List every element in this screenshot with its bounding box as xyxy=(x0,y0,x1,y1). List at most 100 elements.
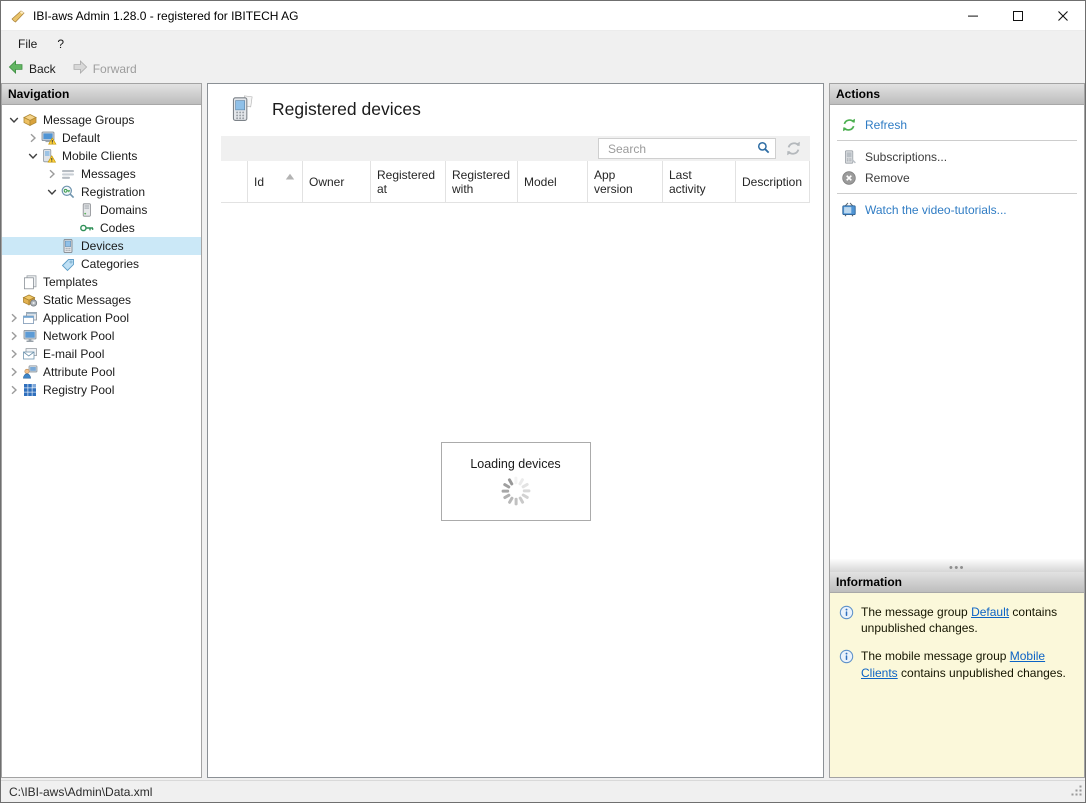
chevron-placeholder xyxy=(6,292,22,308)
app-window: IBI-aws Admin 1.28.0 - registered for IB… xyxy=(0,0,1086,803)
panel-splitter[interactable]: ••• xyxy=(830,559,1084,572)
actions-separator xyxy=(837,193,1077,194)
info-text-segment: contains unpublished changes. xyxy=(898,666,1066,680)
actions-list: Refresh Subscriptions... Remove Watch the v… xyxy=(830,105,1084,559)
tree-item-label: Domains xyxy=(100,203,147,217)
info-link[interactable]: Default xyxy=(971,605,1009,619)
chevron-right-icon[interactable] xyxy=(25,130,41,146)
loading-popup: Loading devices xyxy=(441,442,591,521)
window-title: IBI-aws Admin 1.28.0 - registered for IB… xyxy=(33,9,950,23)
domains-icon xyxy=(79,202,95,218)
chevron-placeholder xyxy=(63,202,79,218)
forward-button[interactable]: Forward xyxy=(72,59,137,78)
info-text-segment: The message group xyxy=(861,605,971,619)
search-input[interactable] xyxy=(606,141,756,157)
action-label: Remove xyxy=(865,171,910,185)
table-refresh-icon[interactable] xyxy=(785,140,803,158)
tv-icon xyxy=(840,201,857,218)
column-header-registered-at[interactable]: Registered at xyxy=(371,161,446,202)
tree-item-templates[interactable]: Templates xyxy=(2,273,201,291)
email-pool-icon xyxy=(22,346,38,362)
tree-item-application-pool[interactable]: Application Pool xyxy=(2,309,201,327)
chevron-placeholder xyxy=(63,220,79,236)
row-indicator-column xyxy=(221,161,248,202)
codes-icon xyxy=(79,220,95,236)
column-header-app-version[interactable]: App version xyxy=(588,161,663,202)
default-group-icon xyxy=(41,130,57,146)
page-heading: Registered devices xyxy=(208,84,823,129)
back-button[interactable]: Back xyxy=(8,59,56,78)
tree-item-label: Registry Pool xyxy=(43,383,114,397)
chevron-right-icon[interactable] xyxy=(44,166,60,182)
action-subscriptions[interactable]: Subscriptions... xyxy=(830,146,1084,167)
messages-icon xyxy=(60,166,76,182)
attribute-pool-icon xyxy=(22,364,38,380)
action-remove[interactable]: Remove xyxy=(830,167,1084,188)
navigation-tree: Message Groups Default Mobile Clients Messa… xyxy=(2,105,201,777)
menu-item-file[interactable]: File xyxy=(8,33,47,55)
chevron-right-icon[interactable] xyxy=(6,364,22,380)
toolbar: Back Forward xyxy=(1,57,1085,80)
tree-item-label: Application Pool xyxy=(43,311,129,325)
menu-item-[interactable]: ? xyxy=(47,33,74,55)
tree-item-label: Mobile Clients xyxy=(62,149,137,163)
loading-spinner-icon xyxy=(442,474,590,511)
column-header-description[interactable]: Description xyxy=(736,161,810,202)
maximize-button[interactable] xyxy=(995,1,1040,30)
navigation-panel: Navigation Message GroupsDefaultMobile C… xyxy=(1,83,202,778)
tree-item-messages[interactable]: Messages xyxy=(2,165,201,183)
chevron-right-icon[interactable] xyxy=(6,382,22,398)
remove-icon xyxy=(840,169,857,186)
column-header-registered-with[interactable]: Registered with xyxy=(446,161,518,202)
tree-item-label: E-mail Pool xyxy=(43,347,104,361)
resize-grip[interactable] xyxy=(1070,784,1083,800)
tree-item-static-messages[interactable]: Static Messages xyxy=(2,291,201,309)
info-item: The message group Default contains unpub… xyxy=(839,604,1076,636)
tree-item-e-mail-pool[interactable]: E-mail Pool xyxy=(2,345,201,363)
column-header-model[interactable]: Model xyxy=(518,161,588,202)
tree-item-label: Codes xyxy=(100,221,135,235)
close-button[interactable] xyxy=(1040,1,1085,30)
tree-item-registry-pool[interactable]: Registry Pool xyxy=(2,381,201,399)
actions-header: Actions xyxy=(830,84,1084,105)
tree-item-codes[interactable]: Codes xyxy=(2,219,201,237)
search-icon[interactable] xyxy=(756,140,771,158)
column-header-id[interactable]: Id xyxy=(248,161,303,202)
minimize-button[interactable] xyxy=(950,1,995,30)
tree-item-categories[interactable]: Categories xyxy=(2,255,201,273)
chevron-down-icon[interactable] xyxy=(6,112,22,128)
application-pool-icon xyxy=(22,310,38,326)
info-text-segment: The mobile message group xyxy=(861,649,1010,663)
column-header-owner[interactable]: Owner xyxy=(303,161,371,202)
tree-item-mobile-clients[interactable]: Mobile Clients xyxy=(2,147,201,165)
static-messages-icon xyxy=(22,292,38,308)
tree-item-label: Devices xyxy=(81,239,124,253)
info-icon xyxy=(839,605,854,620)
tree-item-label: Categories xyxy=(81,257,139,271)
action-watch-the-video-tutorials[interactable]: Watch the video-tutorials... xyxy=(830,199,1084,220)
tree-item-network-pool[interactable]: Network Pool xyxy=(2,327,201,345)
tree-item-registration[interactable]: Registration xyxy=(2,183,201,201)
tree-item-message-groups[interactable]: Message Groups xyxy=(2,111,201,129)
chevron-right-icon[interactable] xyxy=(6,310,22,326)
message-groups-icon xyxy=(22,112,38,128)
registered-devices-icon xyxy=(227,95,255,123)
forward-label: Forward xyxy=(93,62,137,76)
tree-item-devices[interactable]: Devices xyxy=(2,237,201,255)
chevron-down-icon[interactable] xyxy=(25,148,41,164)
tree-item-attribute-pool[interactable]: Attribute Pool xyxy=(2,363,201,381)
forward-arrow-icon xyxy=(72,59,88,78)
tree-item-label: Default xyxy=(62,131,100,145)
info-message: The mobile message group Mobile Clients … xyxy=(861,648,1076,680)
chevron-down-icon[interactable] xyxy=(44,184,60,200)
tree-item-domains[interactable]: Domains xyxy=(2,201,201,219)
search-band xyxy=(221,136,810,161)
tree-item-default[interactable]: Default xyxy=(2,129,201,147)
templates-icon xyxy=(22,274,38,290)
chevron-right-icon[interactable] xyxy=(6,346,22,362)
column-header-last-activity[interactable]: Last activity xyxy=(663,161,736,202)
column-header-label: Registered with xyxy=(452,168,511,196)
action-refresh[interactable]: Refresh xyxy=(830,114,1084,135)
action-label: Subscriptions... xyxy=(865,150,947,164)
chevron-right-icon[interactable] xyxy=(6,328,22,344)
